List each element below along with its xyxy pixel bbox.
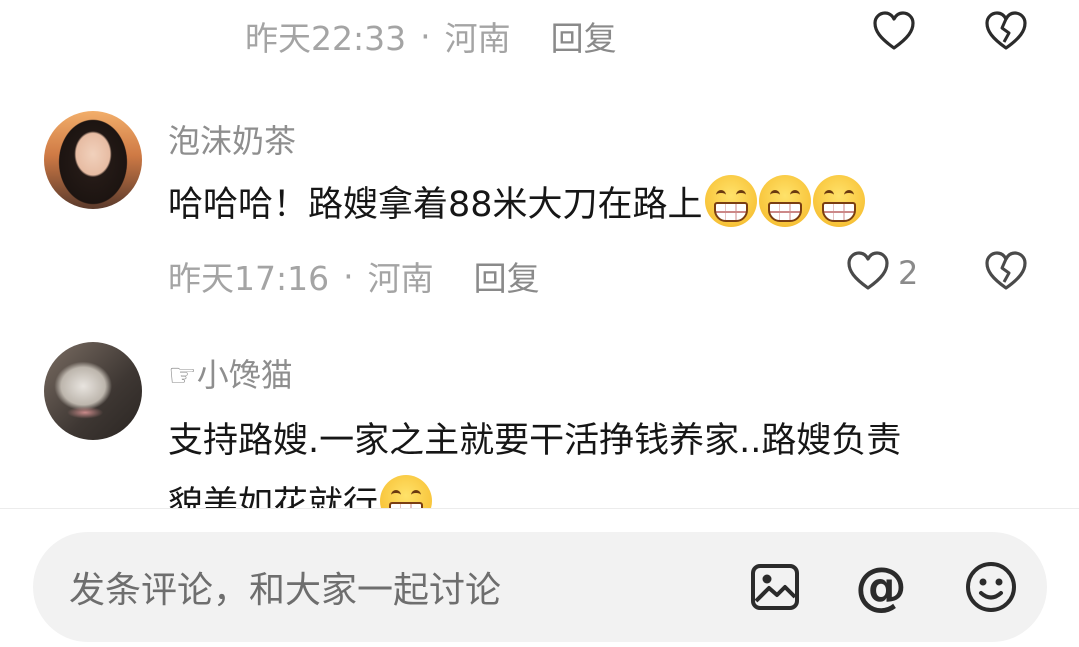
comment-meta: 昨天22:33 · 河南 回复 (245, 12, 617, 60)
like-button[interactable]: 2 (846, 250, 918, 296)
comment-text-line: 貌美如花就行 (168, 475, 433, 509)
comment-location: 河南 (444, 19, 511, 58)
dislike-button[interactable] (984, 10, 1028, 56)
reply-button[interactable]: 回复 (551, 12, 617, 60)
comment-list: 昨天22:33 · 河南 回复 泡沫奶茶 哈哈哈！路嫂拿着88米大刀在路上 昨天… (0, 0, 1079, 508)
comment-text-body: 貌美如花就行 (168, 484, 379, 509)
dislike-button[interactable] (984, 250, 1028, 296)
username[interactable]: 泡沫奶茶 (168, 116, 296, 162)
like-button[interactable] (872, 10, 916, 56)
heart-outline-icon (872, 10, 916, 56)
comment-time: 昨天17:16 (168, 259, 330, 298)
username[interactable]: ☞小馋猫 (168, 350, 293, 396)
grin-emoji (812, 175, 865, 227)
comment-time: 昨天22:33 (245, 19, 407, 58)
blush-emoji (380, 475, 433, 508)
meta-separator: · (420, 16, 431, 56)
comment-text: 哈哈哈！路嫂拿着88米大刀在路上 (168, 175, 865, 227)
emoji-icon[interactable] (963, 559, 1019, 615)
reply-button[interactable]: 回复 (474, 252, 540, 300)
avatar[interactable] (44, 111, 142, 209)
heart-outline-icon (846, 250, 890, 296)
grin-emoji (704, 175, 757, 227)
comment-location: 河南 (367, 259, 434, 298)
divider (0, 508, 1079, 509)
broken-heart-icon (984, 250, 1028, 296)
comment-text-line: 支持路嫂.一家之主就要干活挣钱养家..路嫂负责 (168, 421, 902, 461)
comment-input-bar[interactable]: 发条评论，和大家一起讨论 @ (33, 532, 1047, 642)
comment-text-body: 哈哈哈！路嫂拿着88米大刀在路上 (168, 184, 703, 225)
comment-meta: 昨天17:16 · 河南 回复 (168, 252, 540, 300)
broken-heart-icon (984, 10, 1028, 56)
image-icon[interactable] (747, 559, 803, 615)
at-icon[interactable]: @ (853, 559, 909, 615)
avatar[interactable] (44, 342, 142, 440)
like-count: 2 (898, 254, 919, 292)
grin-emoji (758, 175, 811, 227)
meta-separator: · (343, 256, 354, 296)
